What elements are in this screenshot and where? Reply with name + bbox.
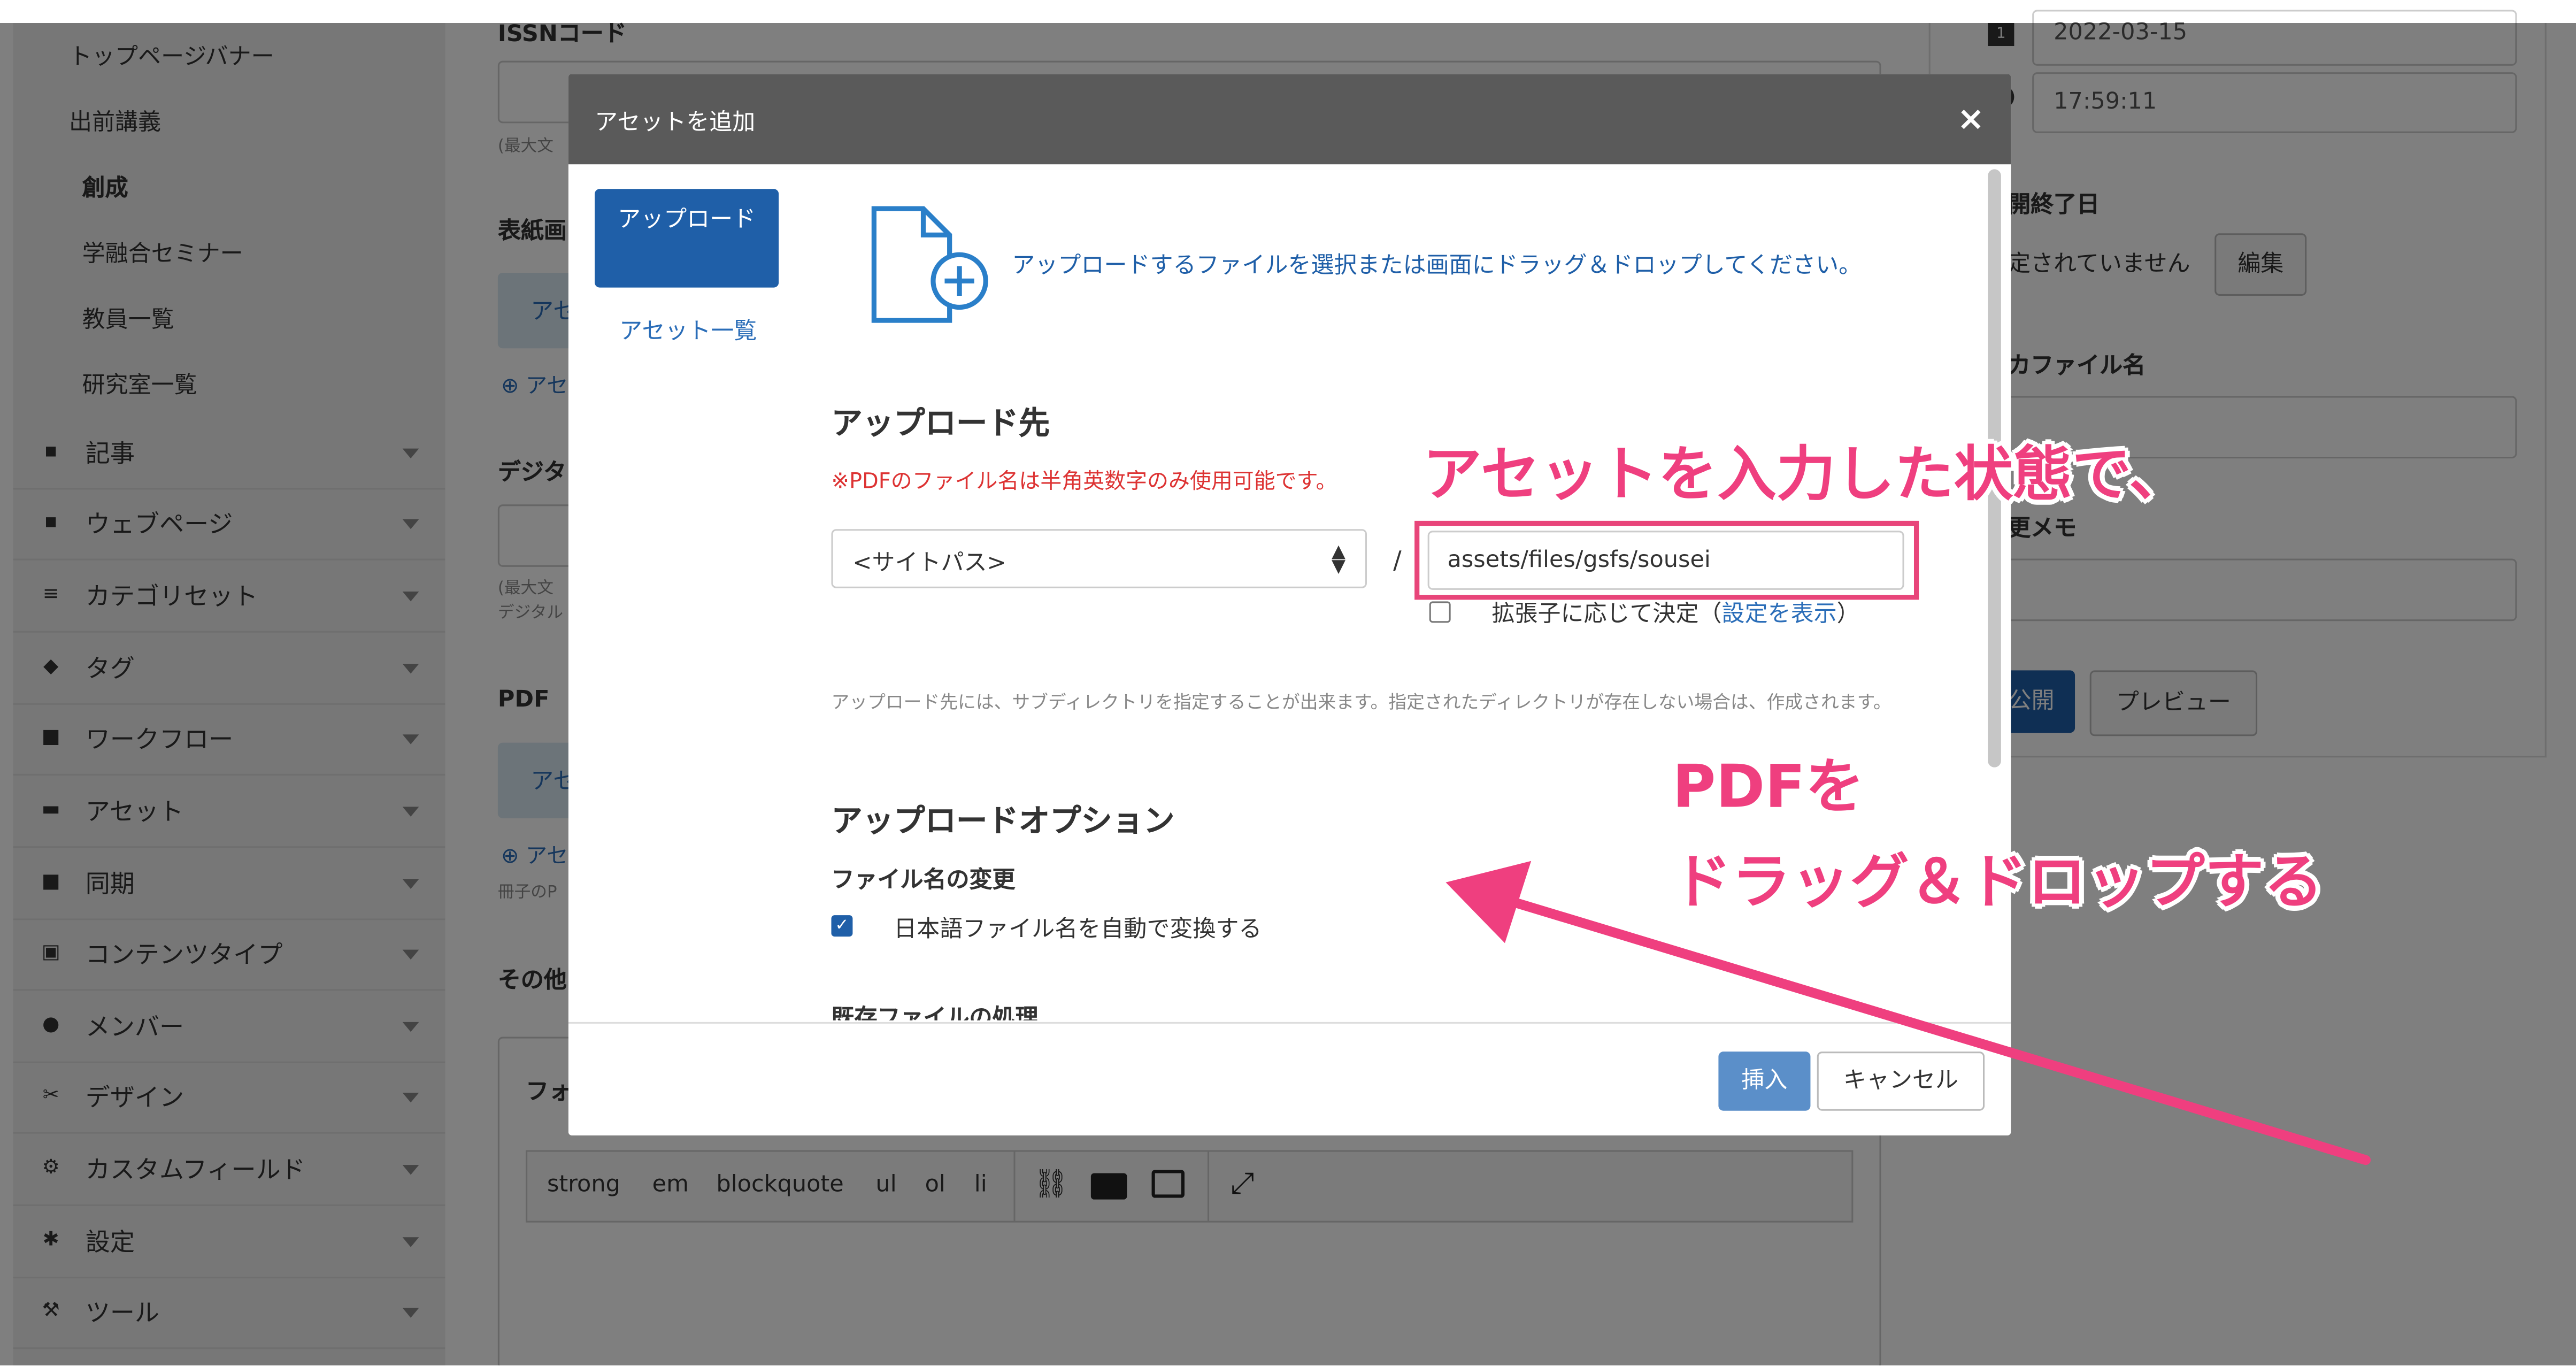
annotation-arrow-icon xyxy=(1445,861,2371,1165)
screen: トップページバナー 出前講義 創成 学融合セミナー 教員一覧 研究室一覧 ▪ 記… xyxy=(0,0,2576,1365)
